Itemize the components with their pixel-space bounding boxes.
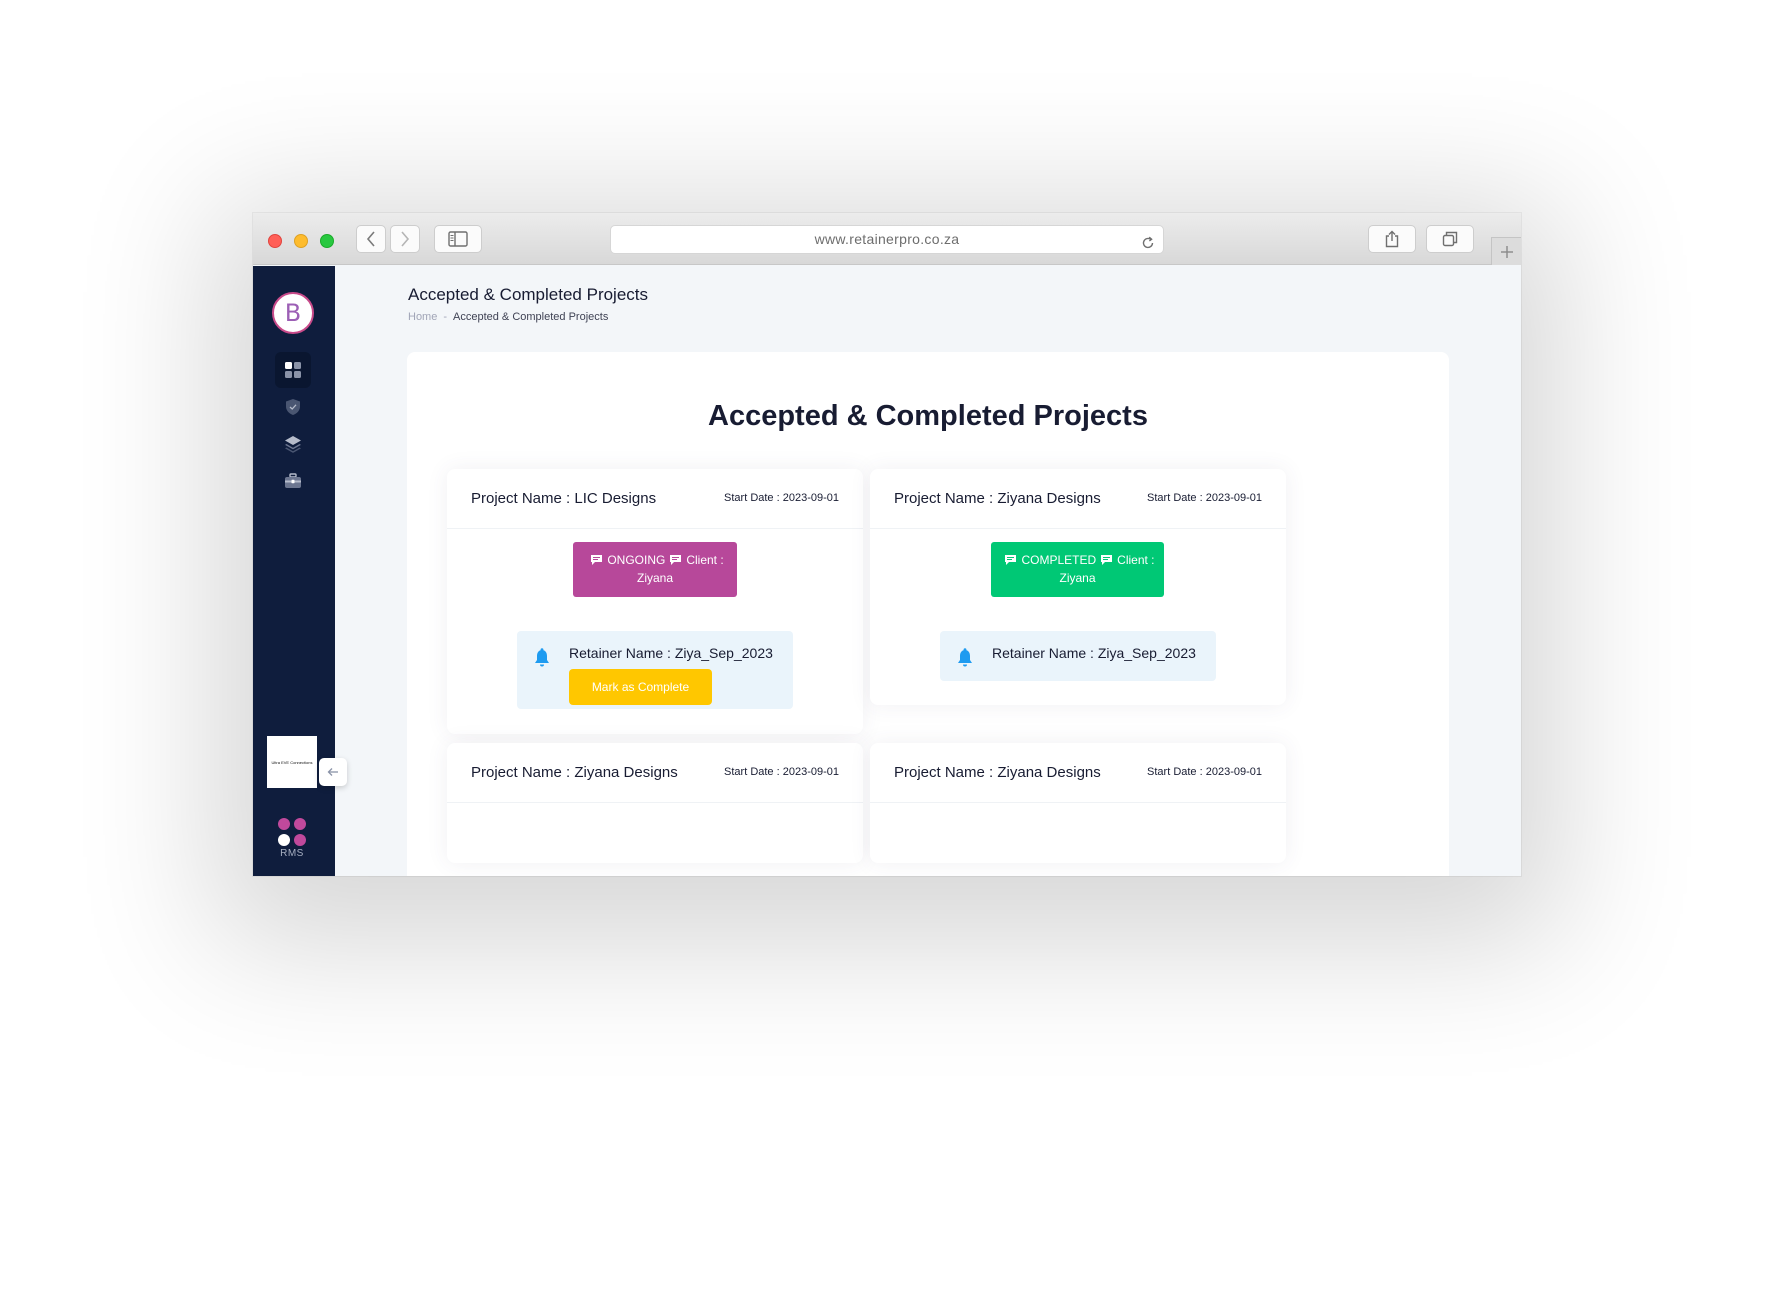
project-name: Project Name : Ziyana Designs bbox=[471, 764, 678, 781]
logo-letter: B bbox=[284, 299, 302, 327]
project-card: Project Name : Ziyana Designs Start Date… bbox=[870, 469, 1286, 705]
close-window-button[interactable] bbox=[268, 234, 282, 248]
sidebar-collapse-button[interactable] bbox=[319, 758, 347, 786]
mark-as-complete-button[interactable]: Mark as Complete bbox=[569, 669, 712, 705]
project-name: Project Name : Ziyana Designs bbox=[894, 764, 1101, 781]
tabs-overview-button[interactable] bbox=[1426, 225, 1474, 253]
share-button[interactable] bbox=[1368, 225, 1416, 253]
project-name: Project Name : Ziyana Designs bbox=[894, 490, 1101, 507]
rms-logo: RMS bbox=[275, 818, 315, 859]
project-start-date: Start Date : 2023-09-01 bbox=[724, 492, 839, 504]
breadcrumb-current: Accepted & Completed Projects bbox=[453, 311, 609, 323]
shield-check-icon bbox=[286, 399, 300, 415]
rms-dot bbox=[294, 834, 306, 846]
client-label: Client : bbox=[686, 553, 724, 567]
briefcase-icon bbox=[285, 473, 301, 488]
tabs-icon bbox=[1442, 231, 1458, 247]
project-card: Project Name : Ziyana Designs Start Date… bbox=[870, 743, 1286, 863]
retainer-box: Retainer Name : Ziya_Sep_2023 bbox=[940, 631, 1216, 681]
status-badge: ONGOING Client : Ziyana bbox=[573, 542, 737, 597]
project-card-header: Project Name : Ziyana Designs Start Date… bbox=[870, 743, 1286, 803]
breadcrumb-home[interactable]: Home bbox=[408, 311, 437, 323]
plus-icon bbox=[1500, 245, 1513, 258]
dashboard-grid-icon bbox=[285, 362, 301, 378]
client-label: Client : bbox=[1117, 553, 1155, 567]
retainer-name: Retainer Name : Ziya_Sep_2023 bbox=[569, 645, 773, 661]
forward-button[interactable] bbox=[390, 225, 420, 253]
client-name: Ziyana bbox=[636, 571, 674, 585]
minimize-window-button[interactable] bbox=[294, 234, 308, 248]
rms-dot bbox=[278, 818, 290, 830]
breadcrumb: Home - Accepted & Completed Projects bbox=[408, 311, 608, 323]
sidebar-toggle-button[interactable] bbox=[434, 225, 482, 253]
arrow-left-icon bbox=[327, 768, 338, 776]
retainer-name: Retainer Name : Ziya_Sep_2023 bbox=[992, 645, 1196, 661]
breadcrumb-separator: - bbox=[443, 311, 448, 323]
url-text: www.retainerpro.co.za bbox=[814, 231, 960, 247]
project-card-header: Project Name : LIC Designs Start Date : … bbox=[447, 469, 863, 529]
project-card: Project Name : Ziyana Designs Start Date… bbox=[447, 743, 863, 863]
rms-label: RMS bbox=[280, 848, 304, 859]
project-card-header: Project Name : Ziyana Designs Start Date… bbox=[447, 743, 863, 803]
partner-logo-text: Ultra EVE Connections bbox=[271, 759, 313, 765]
main-title: Accepted & Completed Projects bbox=[708, 400, 1148, 432]
new-tab-button[interactable] bbox=[1491, 237, 1521, 265]
reload-icon[interactable] bbox=[1141, 232, 1155, 259]
chevron-right-icon bbox=[401, 231, 410, 247]
app-logo[interactable]: B bbox=[272, 292, 314, 334]
project-card: Project Name : LIC Designs Start Date : … bbox=[447, 469, 863, 734]
project-card-header: Project Name : Ziyana Designs Start Date… bbox=[870, 469, 1286, 529]
nav-dashboard[interactable] bbox=[275, 352, 311, 388]
nav-projects[interactable] bbox=[275, 463, 311, 499]
browser-window: www.retainerpro.co.za B Ultra EVE Connec… bbox=[253, 213, 1521, 876]
projects-container: Accepted & Completed Projects Project Na… bbox=[407, 352, 1449, 876]
share-icon bbox=[1385, 230, 1399, 248]
page-title: Accepted & Completed Projects bbox=[408, 285, 649, 304]
rms-dot bbox=[278, 834, 290, 846]
zoom-window-button[interactable] bbox=[320, 234, 334, 248]
rms-dot bbox=[294, 818, 306, 830]
browser-toolbar: www.retainerpro.co.za bbox=[253, 213, 1521, 265]
rms-dots bbox=[278, 818, 306, 846]
status-badge: COMPLETED Client : Ziyana bbox=[991, 542, 1164, 597]
comment-icon bbox=[670, 555, 682, 565]
bell-icon bbox=[535, 648, 549, 667]
layers-icon bbox=[285, 436, 301, 453]
project-name: Project Name : LIC Designs bbox=[471, 490, 657, 507]
comment-icon bbox=[591, 555, 603, 565]
client-name: Ziyana bbox=[1059, 571, 1096, 585]
retainer-box: Retainer Name : Ziya_Sep_2023 Mark as Co… bbox=[517, 631, 793, 709]
comment-icon bbox=[1005, 555, 1017, 565]
address-bar[interactable]: www.retainerpro.co.za bbox=[610, 225, 1164, 254]
comment-icon bbox=[1101, 555, 1113, 565]
status-text: ONGOING bbox=[607, 553, 666, 567]
project-start-date: Start Date : 2023-09-01 bbox=[1147, 766, 1262, 778]
chevron-left-icon bbox=[366, 231, 375, 247]
nav-security[interactable] bbox=[275, 389, 311, 425]
sidebar-icon bbox=[448, 231, 468, 247]
project-start-date: Start Date : 2023-09-01 bbox=[1147, 492, 1262, 504]
bell-icon bbox=[958, 648, 972, 667]
partner-logo: Ultra EVE Connections bbox=[267, 736, 317, 788]
nav-layers[interactable] bbox=[275, 426, 311, 462]
project-start-date: Start Date : 2023-09-01 bbox=[724, 766, 839, 778]
status-text: COMPLETED bbox=[1021, 553, 1097, 567]
back-button[interactable] bbox=[356, 225, 386, 253]
